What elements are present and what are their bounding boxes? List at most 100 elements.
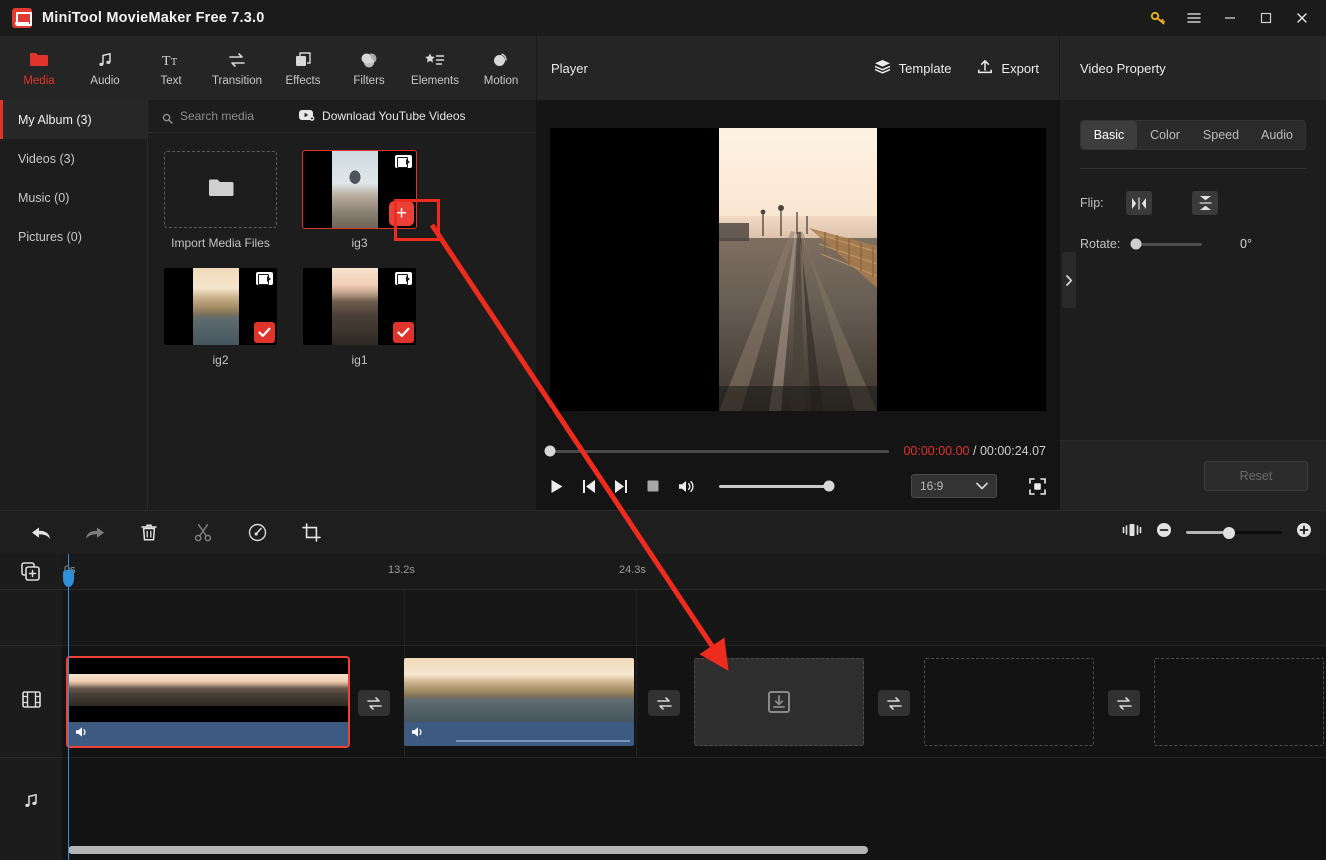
audio-track[interactable]	[62, 758, 1326, 848]
seek-handle[interactable]	[544, 445, 556, 457]
zoom-out-button[interactable]	[1156, 522, 1172, 543]
stop-button[interactable]	[646, 479, 660, 493]
tab-audio[interactable]: Audio	[1249, 121, 1305, 149]
timeline-horizontal-scrollbar[interactable]	[68, 846, 868, 854]
export-button[interactable]: Export	[977, 59, 1039, 78]
timeline-clip-ig2[interactable]	[404, 658, 634, 746]
speed-gauge-icon[interactable]	[230, 511, 284, 555]
search-input[interactable]: Search media	[162, 109, 254, 124]
zoom-in-button[interactable]	[1296, 522, 1312, 543]
timeline-empty-slot[interactable]	[924, 658, 1094, 746]
drop-here-icon	[768, 691, 790, 713]
rotate-slider[interactable]	[1130, 238, 1202, 250]
key-icon[interactable]	[1140, 0, 1176, 36]
media-thumb[interactable]	[303, 268, 416, 345]
trash-icon[interactable]	[122, 511, 176, 555]
clip-audio-band[interactable]	[68, 722, 348, 746]
text-icon: TT	[161, 50, 181, 70]
clip-mute-icon[interactable]	[411, 725, 425, 743]
filters-icon	[359, 50, 379, 70]
volume-slider[interactable]	[719, 480, 835, 492]
music-note-icon	[96, 50, 114, 70]
crop-icon[interactable]	[284, 511, 338, 555]
media-thumbnail-image[interactable]	[303, 268, 416, 345]
aspect-ratio-select[interactable]: 16:9	[911, 474, 997, 498]
nav-item-effects[interactable]: Effects	[270, 38, 336, 98]
media-item-ig1[interactable]: ig1	[303, 268, 416, 367]
menu-icon[interactable]	[1176, 0, 1212, 36]
timeline-clip-ig1[interactable]	[66, 656, 350, 748]
window-controls	[1140, 0, 1326, 36]
playhead[interactable]	[63, 554, 74, 860]
media-thumbnail-image[interactable]	[164, 268, 277, 345]
fit-timeline-icon[interactable]	[1122, 522, 1142, 543]
media-thumb[interactable]	[164, 268, 277, 345]
flip-horizontal-button[interactable]	[1126, 191, 1152, 215]
tab-color[interactable]: Color	[1137, 121, 1193, 149]
nav-item-filters[interactable]: Filters	[336, 38, 402, 98]
album-item-videos[interactable]: Videos (3)	[0, 139, 147, 178]
collapse-panel-button[interactable]	[1062, 252, 1076, 308]
nav-item-text[interactable]: TT Text	[138, 38, 204, 98]
minimize-icon[interactable]	[1212, 0, 1248, 36]
media-thumbnail-image[interactable]: +	[302, 150, 417, 229]
timeline-drop-slot[interactable]	[694, 658, 864, 746]
playhead-handle[interactable]	[63, 570, 74, 587]
track-header-audio[interactable]	[0, 758, 62, 848]
nav-item-elements[interactable]: Elements	[402, 38, 468, 98]
video-track[interactable]	[62, 646, 1326, 758]
media-item-ig3[interactable]: + ig3	[302, 150, 440, 250]
clip-frame	[254, 658, 348, 722]
transition-slot[interactable]	[648, 690, 680, 716]
undo-icon[interactable]	[14, 511, 68, 555]
add-track-icon[interactable]	[0, 554, 62, 590]
nav-item-transition[interactable]: Transition	[204, 38, 270, 98]
transition-slot[interactable]	[358, 690, 390, 716]
flip-vertical-button[interactable]	[1192, 191, 1218, 215]
close-icon[interactable]	[1284, 0, 1320, 36]
previous-frame-button[interactable]	[582, 479, 596, 494]
template-button[interactable]: Template	[874, 59, 951, 77]
timeline-empty-slot[interactable]	[1154, 658, 1324, 746]
clip-audio-band[interactable]	[404, 722, 634, 746]
next-frame-button[interactable]	[614, 479, 628, 494]
reset-button[interactable]: Reset	[1204, 460, 1308, 491]
fullscreen-button[interactable]	[1029, 477, 1046, 495]
rotate-handle[interactable]	[1130, 238, 1142, 250]
track-header-effects[interactable]	[0, 590, 62, 646]
elements-icon	[424, 50, 446, 70]
tab-basic[interactable]: Basic	[1081, 121, 1137, 149]
ruler-tick: 24.3s	[619, 564, 646, 576]
volume-icon[interactable]	[678, 479, 695, 494]
album-item-pictures[interactable]: Pictures (0)	[0, 217, 147, 256]
import-media-tile[interactable]: Import Media Files	[164, 151, 277, 250]
clip-frame	[161, 658, 255, 722]
timeline-zoom-slider[interactable]	[1186, 526, 1282, 539]
transition-slot[interactable]	[878, 690, 910, 716]
media-item-ig2[interactable]: ig2	[164, 268, 277, 367]
media-thumb[interactable]: +	[302, 150, 440, 241]
thumbnail-photo-pier	[332, 268, 378, 345]
track-header-video[interactable]	[0, 646, 62, 758]
maximize-icon[interactable]	[1248, 0, 1284, 36]
album-item-my-album[interactable]: My Album (3)	[0, 100, 147, 139]
player-stage[interactable]	[550, 128, 1046, 411]
redo-icon[interactable]	[68, 511, 122, 555]
add-to-timeline-button[interactable]: +	[389, 201, 414, 226]
nav-item-motion[interactable]: Motion	[468, 38, 534, 98]
volume-handle[interactable]	[823, 480, 835, 492]
zoom-handle[interactable]	[1223, 526, 1236, 539]
tab-speed[interactable]: Speed	[1193, 121, 1249, 149]
nav-item-audio[interactable]: Audio	[72, 38, 138, 98]
transition-slot[interactable]	[1108, 690, 1140, 716]
play-button[interactable]	[550, 479, 564, 494]
effects-track[interactable]	[62, 590, 1326, 646]
album-item-music[interactable]: Music (0)	[0, 178, 147, 217]
download-youtube-button[interactable]: Download YouTube Videos	[299, 109, 466, 124]
scissors-icon[interactable]	[176, 511, 230, 555]
timeline-ruler[interactable]: 0s 13.2s 24.3s	[62, 554, 1326, 590]
seek-slider[interactable]	[544, 445, 890, 457]
import-dropzone[interactable]	[164, 151, 277, 228]
clip-mute-icon[interactable]	[75, 725, 89, 743]
nav-item-media[interactable]: Media	[6, 38, 72, 98]
